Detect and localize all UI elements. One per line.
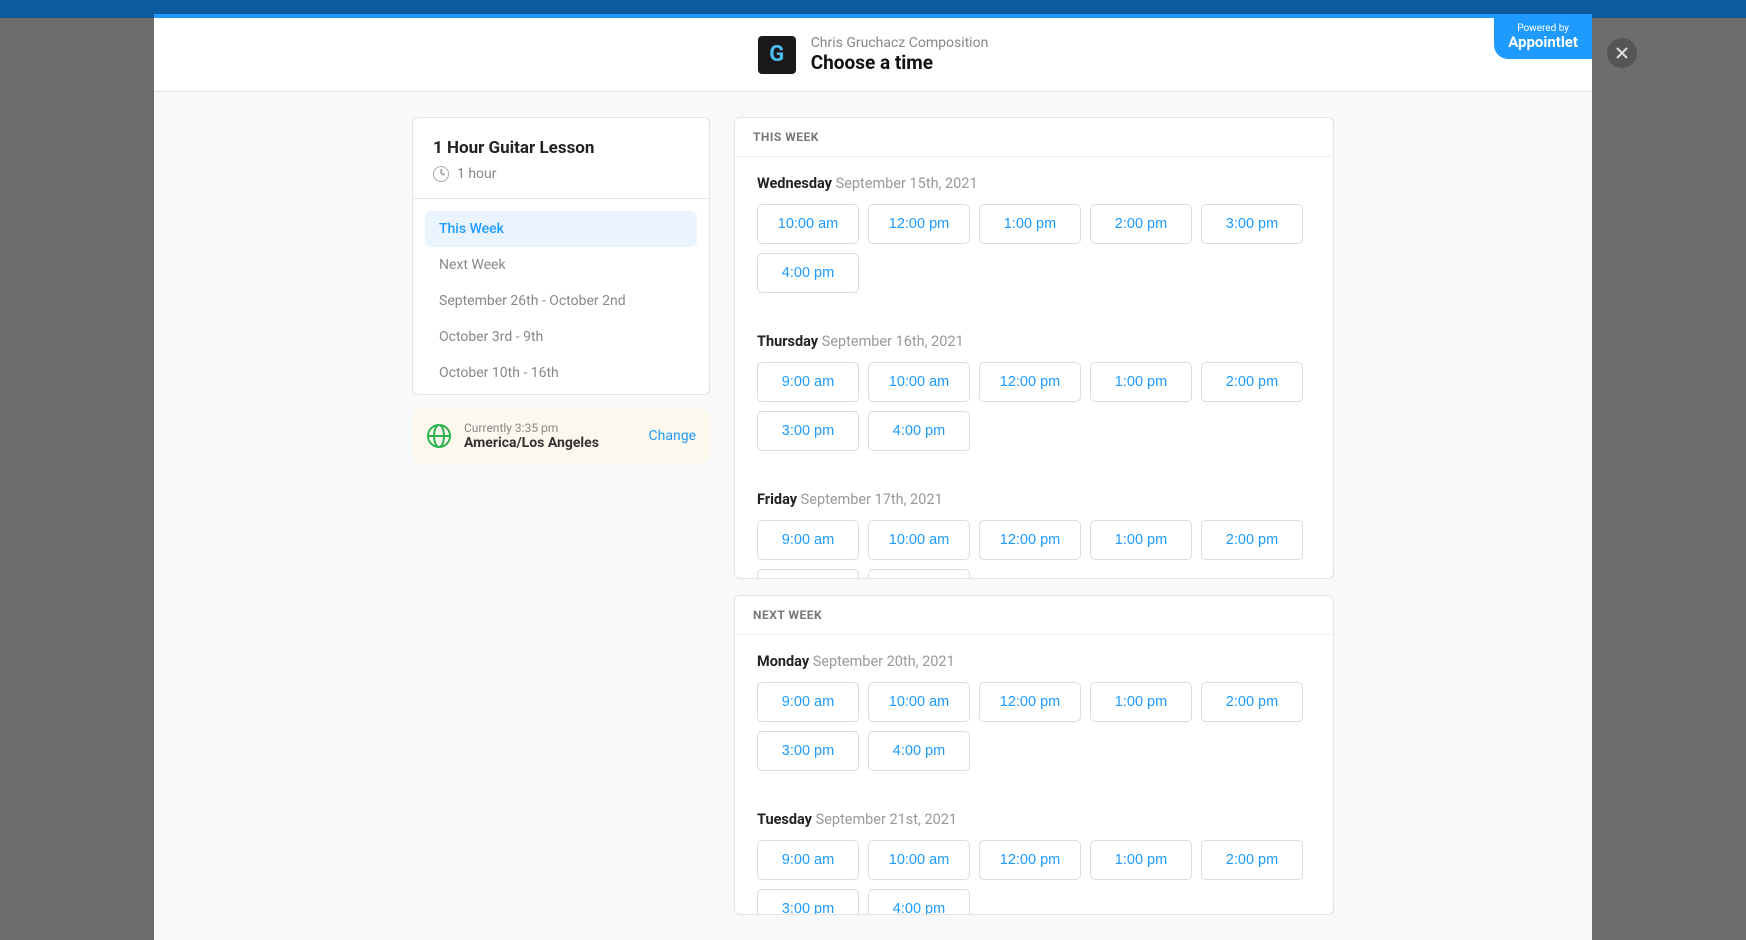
day-date: September 21st, 2021 xyxy=(812,811,957,828)
meeting-duration: 1 hour xyxy=(433,166,689,182)
time-slot-button[interactable]: 2:00 pm xyxy=(1201,520,1303,560)
timezone-info: Currently 3:35 pm America/Los Angeles xyxy=(464,421,637,451)
day-header: Friday September 17th, 2021 xyxy=(757,491,1311,508)
time-slot-button[interactable]: 2:00 pm xyxy=(1201,840,1303,880)
day-header: Wednesday September 15th, 2021 xyxy=(757,175,1311,192)
time-slot-button[interactable]: 10:00 am xyxy=(868,682,970,722)
slot-grid: 9:00 am10:00 am12:00 pm1:00 pm2:00 pm 3:0… xyxy=(757,840,1311,915)
close-icon xyxy=(1615,46,1629,60)
meeting-title: 1 Hour Guitar Lesson xyxy=(433,138,689,158)
time-slot-button[interactable]: 9:00 am xyxy=(757,520,859,560)
time-slot-button[interactable]: 10:00 am xyxy=(868,362,970,402)
day-header: Thursday September 16th, 2021 xyxy=(757,333,1311,350)
close-button[interactable] xyxy=(1607,38,1637,68)
header-inner: G Chris Gruchacz Composition Choose a ti… xyxy=(758,35,989,74)
day-name: Monday xyxy=(757,653,809,670)
week-card: NEXT WEEK Monday September 20th, 2021 9:00… xyxy=(734,595,1334,915)
day-section: Friday September 17th, 2021 9:00 am10:00 … xyxy=(735,473,1333,579)
day-name: Friday xyxy=(757,491,797,508)
time-slot-button[interactable]: 3:00 pm xyxy=(1201,204,1303,244)
header-text: Chris Gruchacz Composition Choose a time xyxy=(811,35,989,74)
week-item[interactable]: October 3rd - 9th xyxy=(425,319,697,355)
day-date: September 20th, 2021 xyxy=(809,653,955,670)
week-item[interactable]: This Week xyxy=(425,211,697,247)
time-slot-button[interactable]: 1:00 pm xyxy=(1090,840,1192,880)
time-slot-button[interactable]: 4:00 pm xyxy=(868,411,970,451)
time-slot-button[interactable]: 1:00 pm xyxy=(1090,362,1192,402)
day-date: September 16th, 2021 xyxy=(818,333,964,350)
time-slot-button[interactable]: 9:00 am xyxy=(757,682,859,722)
time-slot-button[interactable]: 2:00 pm xyxy=(1201,682,1303,722)
day-header: Monday September 20th, 2021 xyxy=(757,653,1311,670)
change-timezone-link[interactable]: Change xyxy=(649,428,696,444)
time-slot-button[interactable]: 3:00 pm xyxy=(757,569,859,579)
time-slot-button[interactable]: 12:00 pm xyxy=(868,204,970,244)
header-subtitle: Chris Gruchacz Composition xyxy=(811,35,989,51)
time-slot-button[interactable]: 1:00 pm xyxy=(979,204,1081,244)
powered-by-badge[interactable]: Powered by Appointlet xyxy=(1494,18,1592,59)
time-slot-button[interactable]: 4:00 pm xyxy=(868,731,970,771)
booking-modal: G Chris Gruchacz Composition Choose a ti… xyxy=(154,14,1592,940)
day-name: Thursday xyxy=(757,333,818,350)
week-item[interactable]: Next Week xyxy=(425,247,697,283)
time-slot-button[interactable]: 1:00 pm xyxy=(1090,682,1192,722)
logo-text: G xyxy=(769,42,784,67)
time-slot-button[interactable]: 3:00 pm xyxy=(757,889,859,915)
time-slot-button[interactable]: 10:00 am xyxy=(757,204,859,244)
time-slot-button[interactable]: 4:00 pm xyxy=(757,253,859,293)
week-card-header: THIS WEEK xyxy=(735,118,1333,157)
week-card: THIS WEEKWednesday September 15th, 20211… xyxy=(734,117,1334,579)
sidebar: 1 Hour Guitar Lesson 1 hour This WeekNex… xyxy=(412,117,710,915)
time-slot-button[interactable]: 4:00 pm xyxy=(868,889,970,915)
page-title: Choose a time xyxy=(811,51,989,74)
time-slot-button[interactable]: 2:00 pm xyxy=(1090,204,1192,244)
time-slot-button[interactable]: 10:00 am xyxy=(868,840,970,880)
time-slot-button[interactable]: 12:00 pm xyxy=(979,362,1081,402)
day-name: Wednesday xyxy=(757,175,832,192)
day-section: Thursday September 16th, 2021 9:00 am10:0… xyxy=(735,315,1333,473)
timezone-name: America/Los Angeles xyxy=(464,435,637,451)
time-slot-button[interactable]: 4:00 pm xyxy=(868,569,970,579)
modal-body: 1 Hour Guitar Lesson 1 hour This WeekNex… xyxy=(154,92,1592,940)
schedule-main: THIS WEEKWednesday September 15th, 20211… xyxy=(734,117,1334,915)
brand-logo: G xyxy=(758,36,796,74)
time-slot-button[interactable]: 9:00 am xyxy=(757,362,859,402)
globe-icon xyxy=(426,423,452,449)
day-section: Tuesday September 21st, 2021 9:00 am10:00… xyxy=(735,793,1333,915)
timezone-card: Currently 3:35 pm America/Los Angeles Ch… xyxy=(412,409,710,463)
week-card-header: NEXT WEEK xyxy=(735,596,1333,635)
time-slot-button[interactable]: 12:00 pm xyxy=(979,682,1081,722)
time-slot-button[interactable]: 1:00 pm xyxy=(1090,520,1192,560)
time-slot-button[interactable]: 3:00 pm xyxy=(757,411,859,451)
week-item[interactable]: October 10th - 16th xyxy=(425,355,697,391)
clock-icon xyxy=(433,166,449,182)
day-section: Wednesday September 15th, 2021 10:00 am12… xyxy=(735,157,1333,315)
time-slot-button[interactable]: 10:00 am xyxy=(868,520,970,560)
day-date: September 17th, 2021 xyxy=(797,491,943,508)
time-slot-button[interactable]: 9:00 am xyxy=(757,840,859,880)
time-slot-button[interactable]: 12:00 pm xyxy=(979,520,1081,560)
meeting-info-card: 1 Hour Guitar Lesson 1 hour This WeekNex… xyxy=(412,117,710,395)
time-slot-button[interactable]: 12:00 pm xyxy=(979,840,1081,880)
modal-header: G Chris Gruchacz Composition Choose a ti… xyxy=(154,18,1592,92)
timezone-current-time: Currently 3:35 pm xyxy=(464,421,637,435)
slot-grid: 9:00 am10:00 am12:00 pm1:00 pm2:00 pm 3:0… xyxy=(757,682,1311,771)
day-date: September 15th, 2021 xyxy=(832,175,978,192)
time-slot-button[interactable]: 2:00 pm xyxy=(1201,362,1303,402)
slot-grid: 10:00 am12:00 pm1:00 pm2:00 pm3:00 pm 4:0… xyxy=(757,204,1311,293)
meeting-info-header: 1 Hour Guitar Lesson 1 hour xyxy=(413,118,709,199)
day-name: Tuesday xyxy=(757,811,812,828)
powered-by-brand: Appointlet xyxy=(1508,34,1578,51)
time-slot-button[interactable]: 3:00 pm xyxy=(757,731,859,771)
slot-grid: 9:00 am10:00 am12:00 pm1:00 pm2:00 pm 3:0… xyxy=(757,362,1311,451)
duration-text: 1 hour xyxy=(457,166,497,182)
slot-grid: 9:00 am10:00 am12:00 pm1:00 pm2:00 pm 3:0… xyxy=(757,520,1311,579)
day-section: Monday September 20th, 2021 9:00 am10:00 … xyxy=(735,635,1333,793)
week-list[interactable]: This WeekNext WeekSeptember 26th - Octob… xyxy=(413,199,709,394)
week-item[interactable]: September 26th - October 2nd xyxy=(425,283,697,319)
day-header: Tuesday September 21st, 2021 xyxy=(757,811,1311,828)
